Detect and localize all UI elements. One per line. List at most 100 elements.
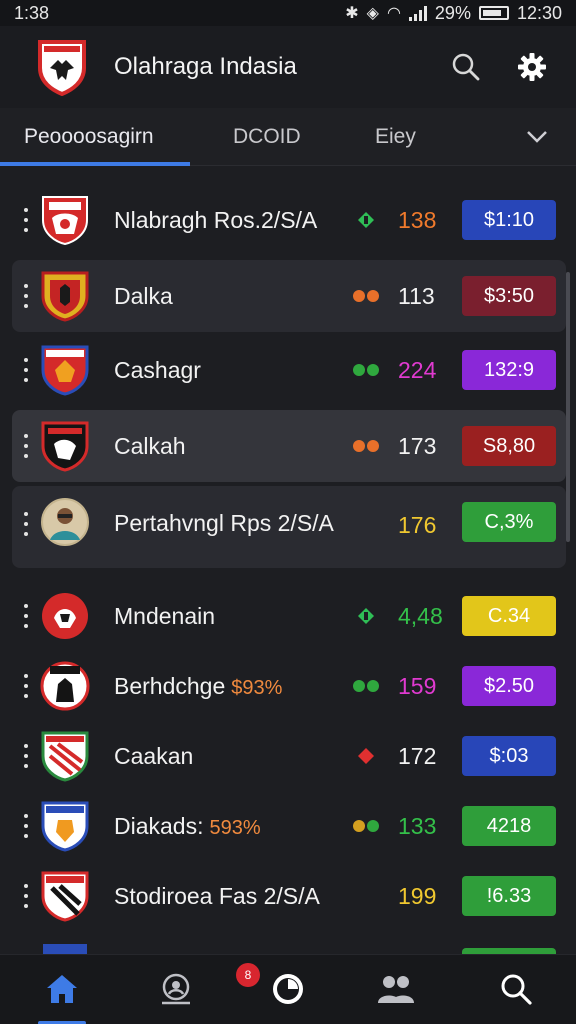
list-item[interactable]: Stodiroea Fas 2/S/A 199 !6.33: [0, 860, 576, 932]
score: 172: [398, 742, 437, 769]
drag-handle-icon[interactable]: [22, 434, 30, 458]
list-item[interactable]: Pertahvngl Rps 2/S/A 176 C,3%: [12, 486, 566, 568]
team-crest-icon: [43, 944, 87, 954]
value-pill[interactable]: $1:10: [462, 200, 556, 240]
tab-1[interactable]: DCOID: [233, 108, 301, 166]
value-pill[interactable]: S8,80: [462, 426, 556, 466]
vibrate-icon: ◈: [366, 5, 379, 22]
list-item[interactable]: Calkah 173 S8,80: [12, 410, 566, 482]
signal-icon: [408, 5, 427, 21]
settings-button[interactable]: [510, 45, 554, 89]
value-pill[interactable]: C,3%: [462, 502, 556, 542]
nav-search[interactable]: [494, 967, 538, 1011]
chevron-down-icon: [527, 131, 547, 143]
value-pill[interactable]: 132:9: [462, 350, 556, 390]
list-item[interactable]: Mndenain 4,48 C.34: [0, 580, 576, 652]
battery-percent: 29%: [434, 2, 471, 23]
score: 176: [398, 512, 437, 538]
list-item[interactable]: Cashagr 224 132:9: [0, 334, 576, 406]
score: 224: [398, 356, 437, 383]
value-pill[interactable]: $3:50: [462, 276, 556, 316]
team-crest-icon: [41, 801, 89, 852]
value-pill[interactable]: C.34: [462, 596, 556, 636]
drag-handle-icon[interactable]: [22, 284, 30, 308]
status-clock: 12:30: [516, 2, 562, 23]
list-item[interactable]: Berhdchge $93% 159 $2.50: [0, 650, 576, 722]
list-item[interactable]: Diakads: 593% 133 4218: [0, 790, 576, 862]
gear-icon: [518, 53, 546, 81]
trend-pair-icon: [346, 674, 386, 698]
team-name: Pertahvngl Rps 2/S/A: [114, 510, 334, 536]
trend-pair-icon: [346, 434, 386, 458]
tab-indicator: [0, 162, 190, 166]
drag-handle-icon[interactable]: [22, 744, 30, 768]
drag-handle-icon[interactable]: [22, 358, 30, 382]
value-pill[interactable]: !6.33: [462, 876, 556, 916]
app-title: Olahraga Indasia: [114, 53, 297, 80]
nav-home[interactable]: [40, 967, 84, 1011]
team-crest-icon: [41, 271, 89, 322]
value-pill[interactable]: $:03: [462, 736, 556, 776]
app-bar: Olahraga Indasia: [0, 26, 576, 108]
team-crest-icon: [41, 345, 89, 396]
search-icon: [452, 53, 480, 81]
search-button[interactable]: [444, 45, 488, 89]
team-name: Cashagr: [114, 356, 201, 383]
score: 4,48: [398, 602, 443, 629]
team-name: Dalka: [114, 282, 173, 309]
team-name: Stodiroea Fas 2/S/A: [114, 882, 320, 909]
scrollbar[interactable]: [566, 272, 570, 542]
value-pill[interactable]: 4218: [462, 806, 556, 846]
team-crest-icon: [41, 871, 89, 922]
team-name: Nlabragh Ros.2/S/A: [114, 206, 318, 233]
list-item[interactable]: Caakan 172 $:03: [0, 720, 576, 792]
nav-team[interactable]: [374, 967, 418, 1011]
team-crest-icon: [42, 196, 88, 246]
people-icon: [378, 976, 414, 1003]
trend-pair-icon: [346, 358, 386, 382]
tab-more-button[interactable]: [522, 122, 552, 152]
score: 199: [398, 882, 437, 909]
trend-up-icon: [346, 604, 386, 628]
tab-bar: Peoooosagirn DCOID Eiey: [0, 108, 576, 166]
battery-icon: [478, 6, 509, 20]
status-bar: 1:38 ✱ ◈ ◠ 29% 12:30: [0, 0, 576, 26]
score: 113: [398, 282, 435, 309]
trend-up-icon: [346, 208, 386, 232]
score: 133: [398, 812, 437, 839]
list-item[interactable]: Dalka 113 $3:50: [12, 260, 566, 332]
team-name: Berhdchge $93%: [114, 672, 283, 699]
score: 159: [398, 672, 437, 699]
status-icons: ✱ ◈ ◠ 29% 12:30: [345, 3, 562, 24]
team-crest-icon: [41, 731, 89, 782]
list-item[interactable]: Nlabragh Ros.2/S/A 138 $1:10: [0, 184, 576, 256]
wifi-icon: ◠: [386, 5, 401, 22]
trend-down-icon: [346, 744, 386, 768]
trend-pair-icon: [346, 814, 386, 838]
trend-pair-icon: [346, 284, 386, 308]
nav-scout[interactable]: [154, 967, 198, 1011]
home-icon: [47, 975, 77, 1003]
eagle-shield-icon[interactable]: [36, 38, 88, 96]
drag-handle-icon[interactable]: [22, 674, 30, 698]
drag-handle-icon[interactable]: [22, 814, 30, 838]
team-crest-icon: [40, 661, 90, 711]
drag-handle-icon[interactable]: [22, 512, 30, 536]
value-pill[interactable]: $2.50: [462, 666, 556, 706]
drag-handle-icon[interactable]: [22, 884, 30, 908]
team-name: Diakads: 593%: [114, 812, 261, 839]
bottom-nav: 8: [0, 954, 576, 1024]
bluetooth-icon: ✱: [345, 5, 359, 22]
tab-2[interactable]: Eiey: [375, 108, 416, 166]
score: 173: [398, 432, 437, 459]
nav-clock[interactable]: [266, 967, 310, 1011]
team-crest-icon: [42, 593, 88, 639]
drag-handle-icon[interactable]: [22, 604, 30, 628]
drag-handle-icon[interactable]: [22, 208, 30, 232]
team-name: Caakan: [114, 742, 194, 769]
team-name: Calkah: [114, 432, 186, 459]
list-item[interactable]: [0, 940, 576, 954]
notification-badge: 8: [236, 963, 260, 987]
search-icon: [501, 974, 532, 1005]
tab-0[interactable]: Peoooosagirn: [24, 108, 154, 166]
